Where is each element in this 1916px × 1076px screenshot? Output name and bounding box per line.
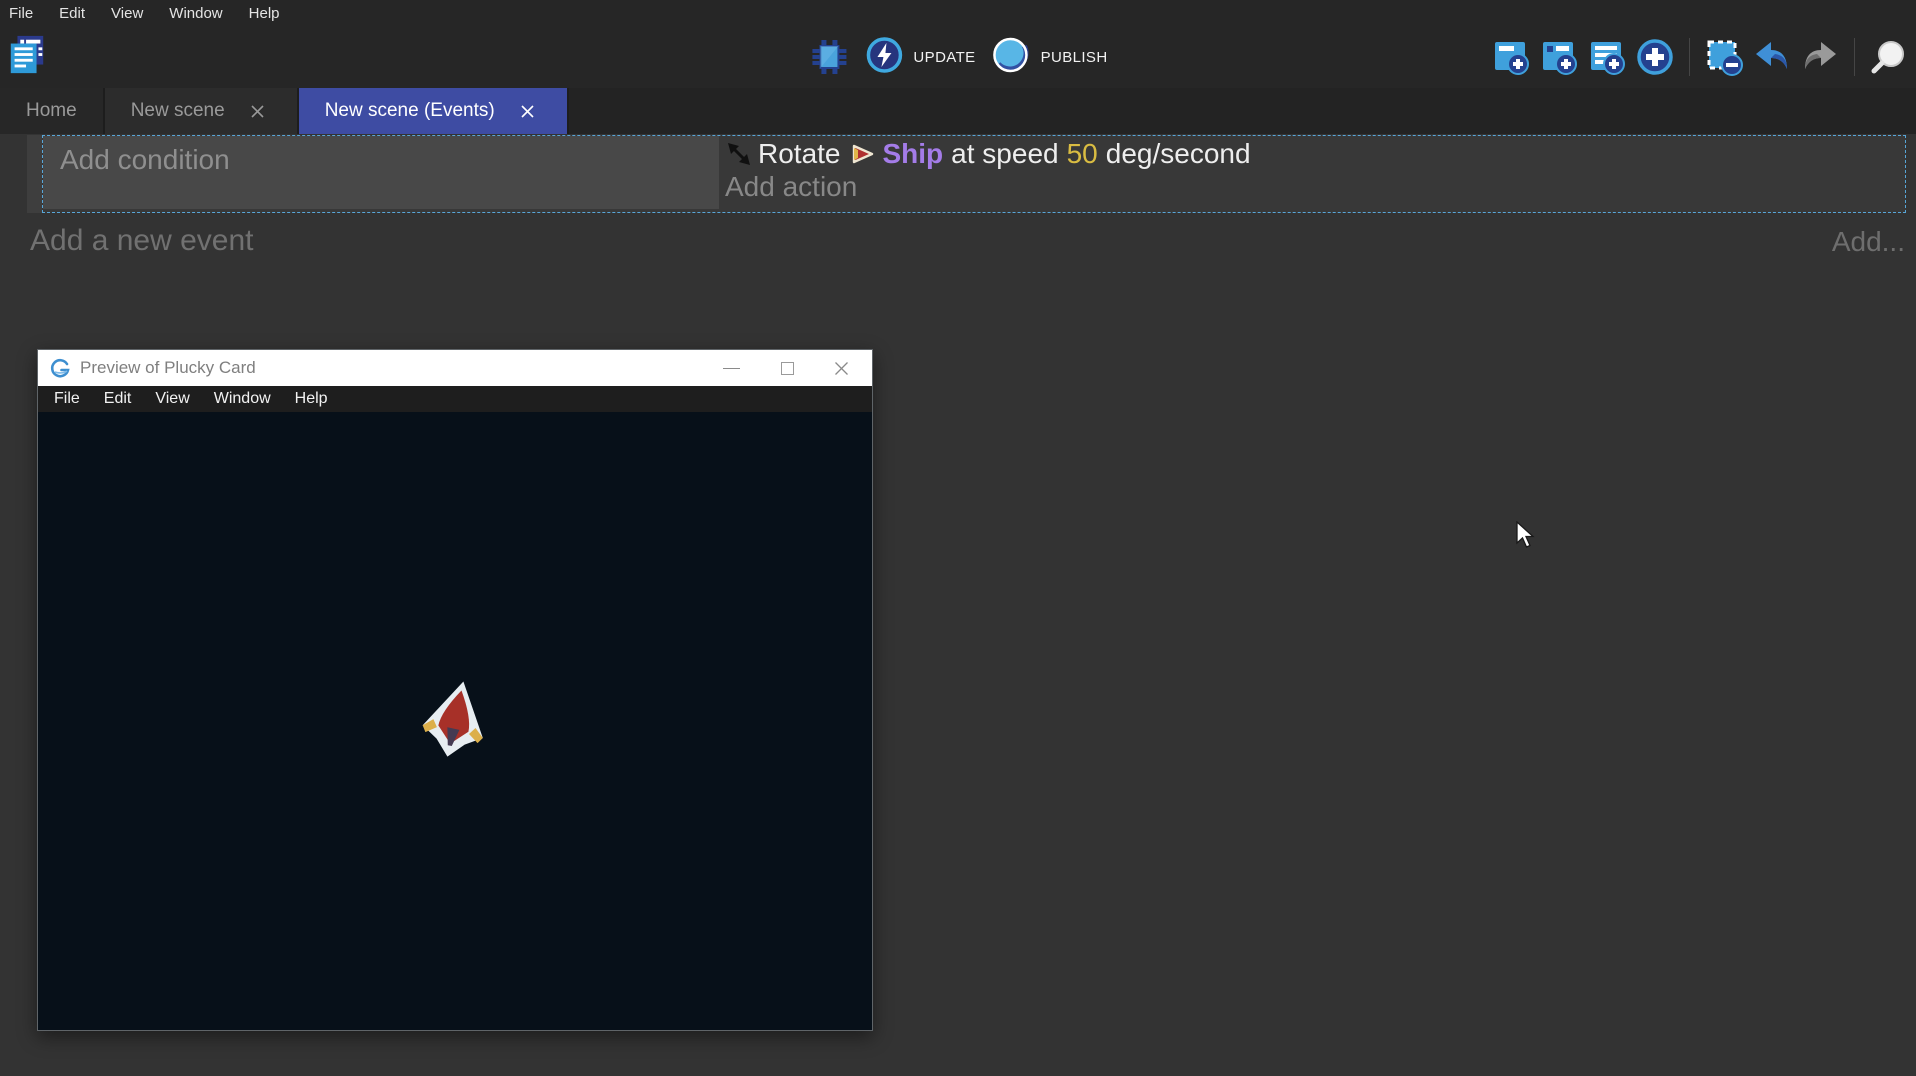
toolbar-separator [1854, 38, 1855, 76]
menu-file[interactable]: File [9, 5, 33, 22]
rotate-arrows-icon [725, 140, 753, 168]
preview-window-title: Preview of Plucky Card [80, 358, 256, 378]
publish-label: PUBLISH [1041, 49, 1108, 66]
menu-view[interactable]: View [111, 5, 143, 22]
add-circle-icon[interactable] [1634, 36, 1676, 78]
close-button[interactable] [818, 350, 864, 386]
actions-cell: Rotate Ship at speed 50 deg/second Add a… [719, 136, 1905, 212]
menu-edit[interactable]: Edit [59, 5, 85, 22]
preview-window[interactable]: Preview of Plucky Card File Edit View Wi… [37, 349, 873, 1031]
tab-label: New scene (Events) [325, 100, 495, 122]
preview-menu-window[interactable]: Window [214, 390, 271, 408]
action-object-name: Ship [883, 138, 944, 170]
action-rotate-ship[interactable]: Rotate Ship at speed 50 deg/second [725, 138, 1905, 170]
close-icon[interactable] [245, 98, 271, 124]
update-bolt-icon [864, 35, 904, 80]
add-condition-placeholder[interactable]: Add condition [60, 144, 230, 175]
tab-home[interactable]: Home [0, 88, 105, 134]
menu-help[interactable]: Help [249, 5, 280, 22]
close-icon [834, 361, 849, 376]
delete-selection-icon[interactable] [1703, 36, 1745, 78]
add-more-button[interactable]: Add... [1832, 226, 1905, 258]
minimize-icon [723, 368, 740, 369]
search-icon[interactable] [1868, 36, 1910, 78]
tab-label: New scene [131, 100, 225, 122]
publish-planet-icon [990, 34, 1032, 81]
add-new-event-button[interactable]: Add a new event [30, 224, 254, 258]
selected-event: Add condition Rotate [42, 135, 1906, 213]
preview-menu-edit[interactable]: Edit [104, 390, 132, 408]
action-suffix-text: deg/second [1106, 138, 1251, 170]
preview-menu-view[interactable]: View [155, 390, 189, 408]
menu-window[interactable]: Window [169, 5, 222, 22]
update-button[interactable]: UPDATE [864, 35, 975, 80]
action-value: 50 [1067, 138, 1098, 170]
close-icon[interactable] [515, 98, 541, 124]
preview-title-bar[interactable]: Preview of Plucky Card [38, 350, 872, 386]
debug-icon[interactable] [808, 36, 850, 78]
undo-icon[interactable] [1751, 36, 1793, 78]
update-label: UPDATE [913, 49, 975, 66]
game-canvas[interactable] [38, 412, 872, 1030]
preview-menu-file[interactable]: File [54, 390, 80, 408]
redo-icon[interactable] [1799, 36, 1841, 78]
tab-label: Home [26, 100, 77, 122]
event-row[interactable]: Add condition Rotate [27, 135, 1906, 213]
main-toolbar: UPDATE PUBLISH [0, 26, 1916, 88]
add-comment-icon[interactable] [1586, 36, 1628, 78]
event-grip[interactable] [27, 135, 42, 213]
tab-new-scene[interactable]: New scene [105, 88, 299, 134]
minimize-button[interactable] [708, 350, 754, 386]
editor-tab-bar: Home New scene New scene (Events) [0, 88, 1916, 134]
maximize-icon [781, 362, 794, 375]
preview-menu-bar: File Edit View Window Help [38, 386, 872, 412]
tab-new-scene-events[interactable]: New scene (Events) [299, 88, 569, 134]
add-event-icon[interactable] [1490, 36, 1532, 78]
ship-thumbnail-icon [851, 142, 875, 166]
toolbar-separator [1689, 38, 1690, 76]
project-manager-icon[interactable] [6, 34, 48, 76]
publish-button[interactable]: PUBLISH [990, 34, 1108, 81]
action-verb: Rotate [758, 138, 841, 170]
add-sub-event-icon[interactable] [1538, 36, 1580, 78]
action-middle-text: at speed [951, 138, 1058, 170]
conditions-cell[interactable]: Add condition [43, 136, 719, 209]
add-action-placeholder[interactable]: Add action [725, 171, 1905, 203]
ship-sprite [406, 670, 504, 772]
gdevelop-logo-icon [50, 358, 71, 379]
main-menu-bar: File Edit View Window Help [0, 0, 1916, 26]
maximize-button[interactable] [764, 350, 810, 386]
preview-menu-help[interactable]: Help [295, 390, 328, 408]
